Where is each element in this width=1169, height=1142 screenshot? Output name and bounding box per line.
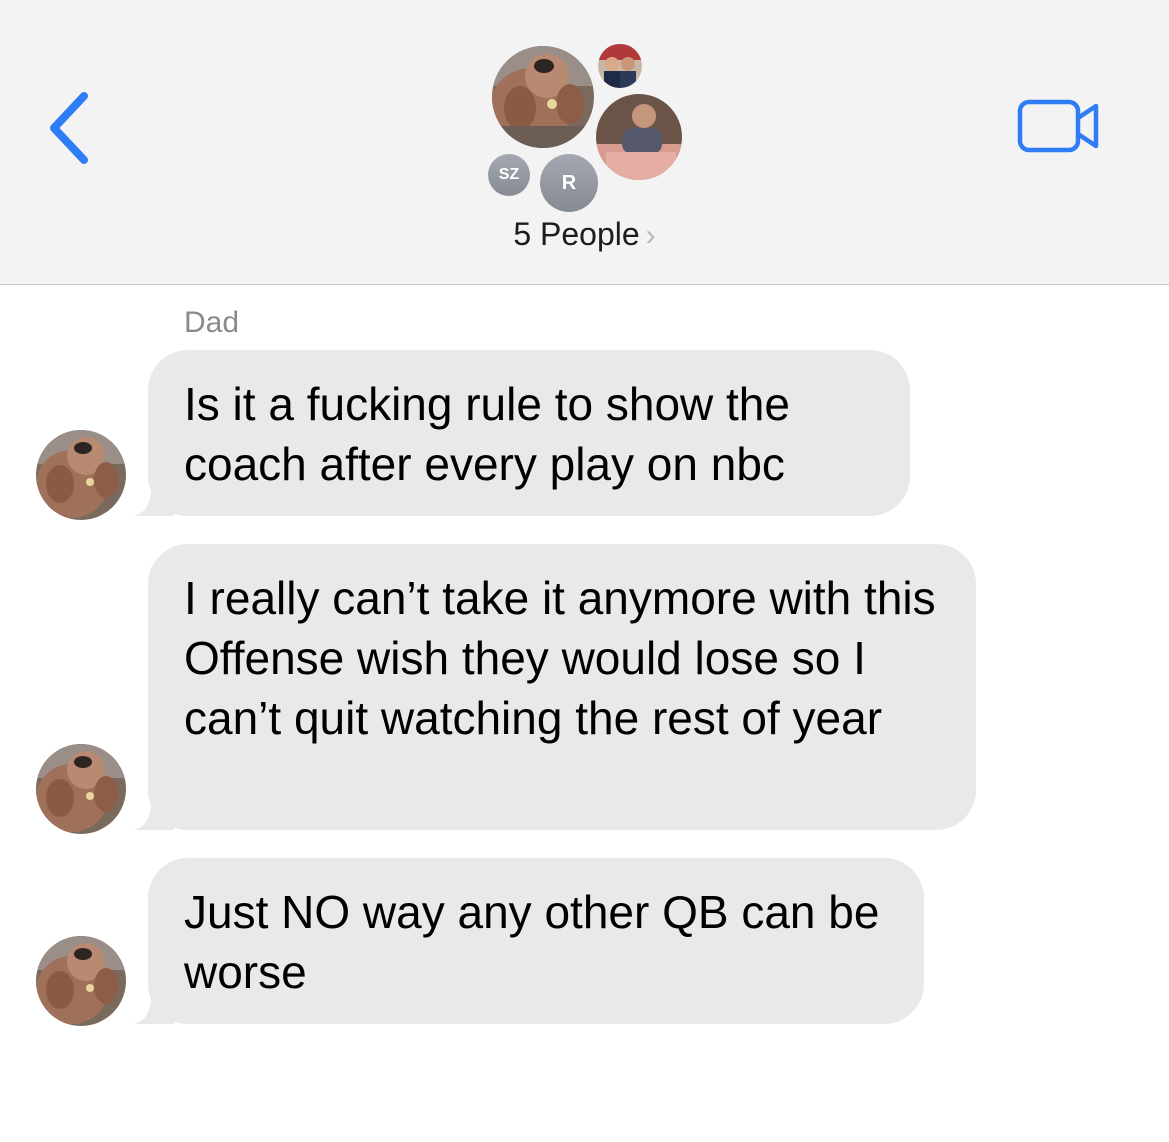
sender-name: Dad [184, 306, 240, 339]
bubble-tail [134, 476, 174, 516]
conversation-header: SZ R 5 People › [0, 0, 1169, 285]
bubble-tail [134, 984, 174, 1024]
sender-avatar[interactable] [36, 936, 126, 1026]
video-call-button[interactable] [1012, 96, 1104, 160]
participant-initials-r: R [540, 154, 598, 212]
group-title: 5 People [513, 216, 640, 252]
video-camera-icon [1017, 99, 1099, 153]
message-text: Just NO way any other QB can be worse [184, 886, 880, 998]
message-bubble[interactable]: Is it a fucking rule to show the coach a… [134, 350, 910, 516]
message-text: Is it a fucking rule to show the coach a… [184, 378, 790, 490]
dog-avatar-icon [492, 46, 594, 148]
participant-initials-sz: SZ [488, 154, 530, 196]
group-title-button[interactable]: 5 People › [0, 216, 1169, 253]
participant-avatar-medium [596, 94, 682, 180]
person-avatar-icon [598, 44, 642, 88]
message-bubble[interactable]: I really can’t take it anymore with this… [134, 544, 976, 830]
dog-avatar-icon [36, 936, 126, 1026]
sender-avatar[interactable] [36, 430, 126, 520]
person-avatar-icon [596, 94, 682, 180]
participant-avatar-dog [492, 46, 594, 148]
participant-avatar-small [598, 44, 642, 88]
chevron-right-icon: › [645, 219, 656, 252]
back-button[interactable] [40, 88, 104, 168]
dog-avatar-icon [36, 744, 126, 834]
sender-avatar[interactable] [36, 744, 126, 834]
message-text: I really can’t take it anymore with this… [184, 572, 936, 744]
message-bubble[interactable]: Just NO way any other QB can be worse [134, 858, 924, 1024]
group-avatars[interactable]: SZ R [480, 36, 700, 216]
dog-avatar-icon [36, 430, 126, 520]
bubble-tail [134, 790, 174, 830]
chevron-left-icon [50, 92, 88, 164]
